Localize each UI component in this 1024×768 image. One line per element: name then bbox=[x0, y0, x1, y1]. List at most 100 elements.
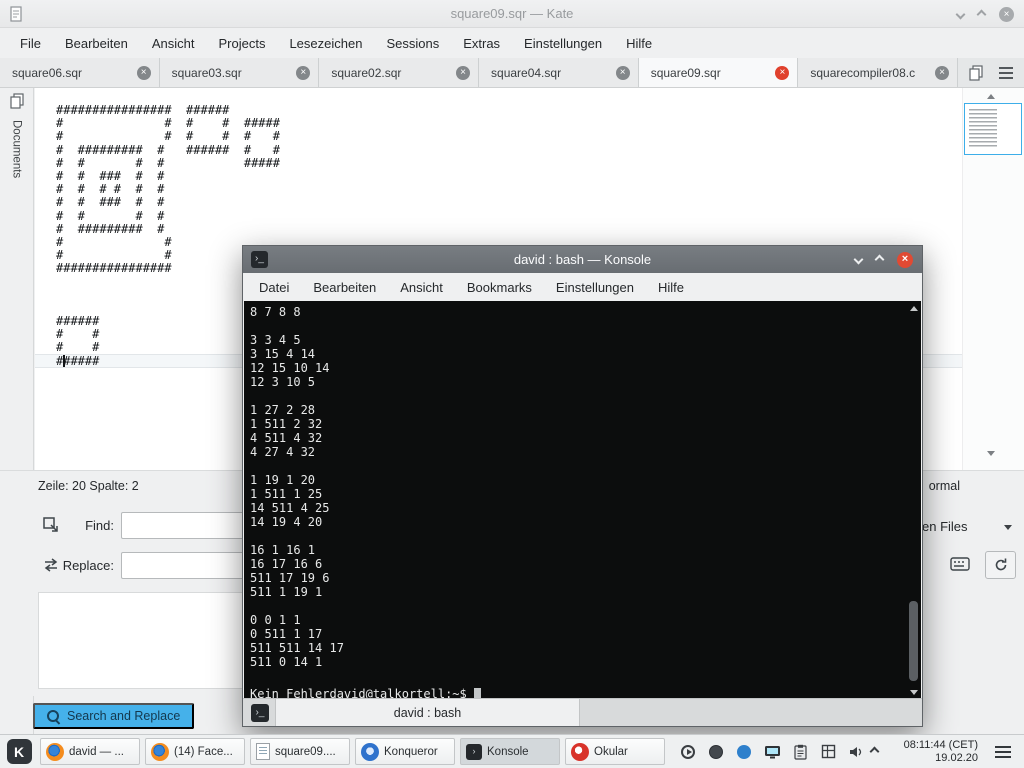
tab-square04[interactable]: square04.sqr × bbox=[479, 58, 639, 87]
terminal-line: 16 1 16 1 bbox=[250, 543, 316, 557]
tab-close-icon[interactable]: × bbox=[935, 65, 950, 80]
konsole-titlebar[interactable]: ›_ david : bash — Konsole × bbox=[243, 246, 922, 273]
kate-menu-item[interactable]: Hilfe bbox=[614, 36, 664, 51]
tab-close-icon[interactable]: × bbox=[456, 65, 471, 80]
scroll-up-icon[interactable] bbox=[910, 306, 918, 311]
task-firefox-david[interactable]: david — ... bbox=[40, 738, 140, 765]
scroll-up-icon[interactable] bbox=[987, 94, 995, 99]
tab-square03[interactable]: square03.sqr × bbox=[159, 58, 320, 87]
document-list-icon[interactable] bbox=[993, 61, 1019, 85]
tab-square09-active[interactable]: square09.sqr × bbox=[638, 58, 799, 87]
replace-label: Replace: bbox=[62, 558, 114, 573]
task-label: square09.... bbox=[275, 745, 336, 758]
keyboard-options-icon[interactable] bbox=[950, 557, 970, 576]
mode-indicator[interactable]: ormal bbox=[929, 479, 960, 493]
task-konsole-active[interactable]: › Konsole bbox=[460, 738, 560, 765]
editor-line: # ######### # ###### # # bbox=[56, 142, 280, 157]
tab-close-icon[interactable]: × bbox=[136, 65, 151, 80]
scroll-down-icon[interactable] bbox=[910, 690, 918, 695]
status-notifier-icon[interactable] bbox=[707, 743, 725, 761]
tab-close-icon[interactable]: × bbox=[775, 65, 790, 80]
find-label: Find: bbox=[85, 518, 114, 533]
tab-close-icon[interactable]: × bbox=[296, 65, 311, 80]
konsole-menu-item[interactable]: Einstellungen bbox=[544, 280, 646, 295]
minimize-icon[interactable] bbox=[955, 9, 966, 19]
display-settings-icon[interactable] bbox=[763, 743, 781, 761]
cursor-position-status: Zeile: 20 Spalte: 2 bbox=[38, 479, 139, 493]
kate-titlebar[interactable]: square09.sqr — Kate × bbox=[0, 0, 1024, 28]
tab-square02[interactable]: square02.sqr × bbox=[319, 58, 480, 87]
editor-line: # # # # # # bbox=[56, 129, 280, 144]
minimap-viewport[interactable] bbox=[964, 103, 1022, 155]
kate-menu-item[interactable]: Extras bbox=[451, 36, 512, 51]
konsole-menu-item[interactable]: Ansicht bbox=[388, 280, 455, 295]
task-label: Okular bbox=[594, 745, 628, 758]
editor-line: # # # # ##### bbox=[56, 155, 280, 170]
tab-label: square04.sqr bbox=[491, 65, 562, 80]
documents-icon bbox=[9, 93, 25, 114]
kate-menu-item[interactable]: File bbox=[8, 36, 53, 51]
clock-date: 19.02.20 bbox=[935, 751, 978, 764]
terminal-line: 511 1 19 1 bbox=[250, 585, 323, 599]
okular-icon bbox=[571, 742, 589, 761]
maximize-icon[interactable] bbox=[874, 254, 885, 265]
konsole-tab[interactable]: david : bash bbox=[275, 699, 580, 726]
task-okular[interactable]: Okular bbox=[565, 738, 665, 765]
tab-squarecompiler08[interactable]: squarecompiler08.c × bbox=[798, 58, 959, 87]
volume-icon[interactable] bbox=[847, 743, 865, 761]
search-replace-toolview-button[interactable]: Search and Replace bbox=[33, 703, 195, 729]
new-tab-icon[interactable]: ›_ bbox=[251, 704, 269, 722]
konsole-window: ›_ david : bash — Konsole × Datei Bearbei… bbox=[242, 245, 923, 727]
minimap-text-marks bbox=[969, 109, 997, 149]
firefox-icon bbox=[151, 742, 169, 761]
refresh-search-button[interactable] bbox=[985, 551, 1016, 579]
app-launcher-button[interactable]: K bbox=[3, 737, 35, 767]
tray-expander-icon[interactable] bbox=[869, 746, 880, 757]
clipboard-icon[interactable] bbox=[791, 743, 809, 761]
documents-label: Documents bbox=[10, 120, 23, 179]
scrollbar-minimap[interactable] bbox=[962, 88, 1024, 470]
close-icon[interactable]: × bbox=[897, 251, 913, 268]
task-kate-square09[interactable]: square09.... bbox=[250, 738, 350, 765]
kate-menu-item[interactable]: Ansicht bbox=[140, 36, 207, 51]
terminal[interactable]: 8 7 8 8 3 3 4 53 15 4 14 12 15 10 14 12 3 … bbox=[244, 301, 921, 701]
new-document-icon[interactable] bbox=[963, 61, 989, 85]
task-konqueror[interactable]: Konqueror bbox=[355, 738, 455, 765]
tab-close-icon[interactable]: × bbox=[615, 65, 630, 80]
konsole-menu-item[interactable]: Hilfe bbox=[646, 280, 696, 295]
network-icon[interactable] bbox=[735, 743, 753, 761]
konsole-menu-item[interactable]: Bearbeiten bbox=[301, 280, 388, 295]
task-label: (14) Face... bbox=[174, 745, 233, 758]
konsole-menu-item[interactable]: Datei bbox=[247, 280, 301, 295]
removable-device-icon[interactable] bbox=[819, 743, 837, 761]
search-scope-dropdown[interactable]: en Files bbox=[922, 519, 968, 534]
terminal-scrollbar[interactable] bbox=[907, 301, 921, 700]
clock[interactable]: 08:11:44 (CET) 19.02.20 bbox=[890, 739, 978, 764]
scroll-down-icon[interactable] bbox=[987, 451, 995, 456]
kate-menu-item[interactable]: Bearbeiten bbox=[53, 36, 140, 51]
task-label: Konqueror bbox=[384, 745, 438, 758]
panel-settings-icon[interactable] bbox=[992, 741, 1014, 763]
konsole-menu-item[interactable]: Bookmarks bbox=[455, 280, 544, 295]
kate-menu-item[interactable]: Sessions bbox=[374, 36, 451, 51]
terminal-line: 1 511 2 32 bbox=[250, 417, 323, 431]
maximize-icon[interactable] bbox=[976, 9, 987, 19]
media-player-icon[interactable] bbox=[679, 743, 697, 761]
terminal-line: 4 511 4 32 bbox=[250, 431, 323, 445]
task-firefox-facebook[interactable]: (14) Face... bbox=[145, 738, 245, 765]
tab-label: square03.sqr bbox=[171, 65, 242, 80]
tab-square06[interactable]: square06.sqr × bbox=[0, 58, 160, 87]
documents-toolview-button[interactable]: Documents bbox=[0, 88, 33, 178]
kate-menu-item[interactable]: Lesezeichen bbox=[277, 36, 374, 51]
task-label: Konsole bbox=[487, 745, 529, 758]
scrollbar-thumb[interactable] bbox=[909, 601, 918, 681]
kate-menu-item[interactable]: Einstellungen bbox=[512, 36, 614, 51]
minimize-icon[interactable] bbox=[853, 254, 864, 265]
kate-menu-item[interactable]: Projects bbox=[206, 36, 277, 51]
chevron-down-icon[interactable] bbox=[1004, 525, 1012, 530]
terminal-line: 0 511 1 17 bbox=[250, 627, 323, 641]
close-icon[interactable]: × bbox=[999, 6, 1014, 22]
